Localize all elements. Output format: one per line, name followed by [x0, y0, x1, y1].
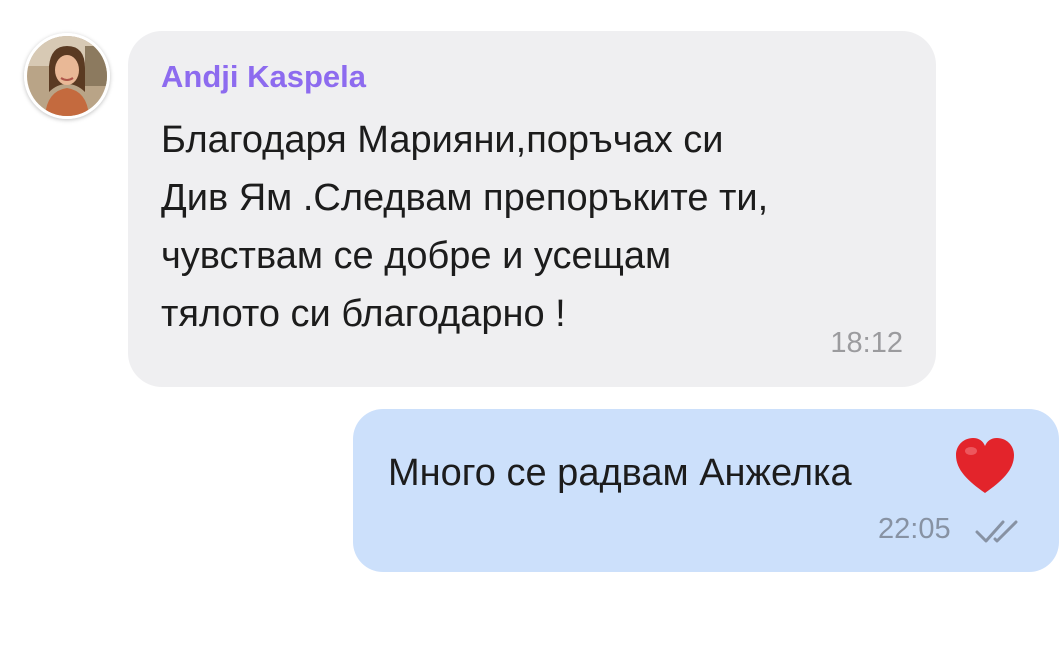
- message-line: Див Ям .Следвам препоръките ти,: [161, 177, 769, 219]
- message-line: тялото си благодарно !: [161, 293, 566, 335]
- outgoing-message-text: Много се радвам Анжелка: [388, 452, 852, 494]
- incoming-message-time: 18:12: [830, 327, 903, 359]
- incoming-message-bubble[interactable]: Andji Kaspela Благодаря Марияни,поръчах …: [128, 31, 936, 387]
- incoming-message-text: Благодаря Марияни,поръчах си Див Ям .Сле…: [161, 111, 901, 343]
- message-line: чувствам се добре и усещам: [161, 235, 672, 277]
- double-check-icon: [975, 520, 1018, 543]
- outgoing-message-time: 22:05: [878, 513, 951, 545]
- heart-icon: [956, 438, 1014, 493]
- sender-name[interactable]: Andji Kaspela: [161, 59, 366, 95]
- avatar-photo: [27, 36, 107, 116]
- outgoing-message-bubble[interactable]: Много се радвам Анжелка 22:05: [353, 409, 1059, 572]
- message-line: Благодаря Марияни,поръчах си: [161, 119, 724, 161]
- sender-avatar[interactable]: [24, 33, 110, 119]
